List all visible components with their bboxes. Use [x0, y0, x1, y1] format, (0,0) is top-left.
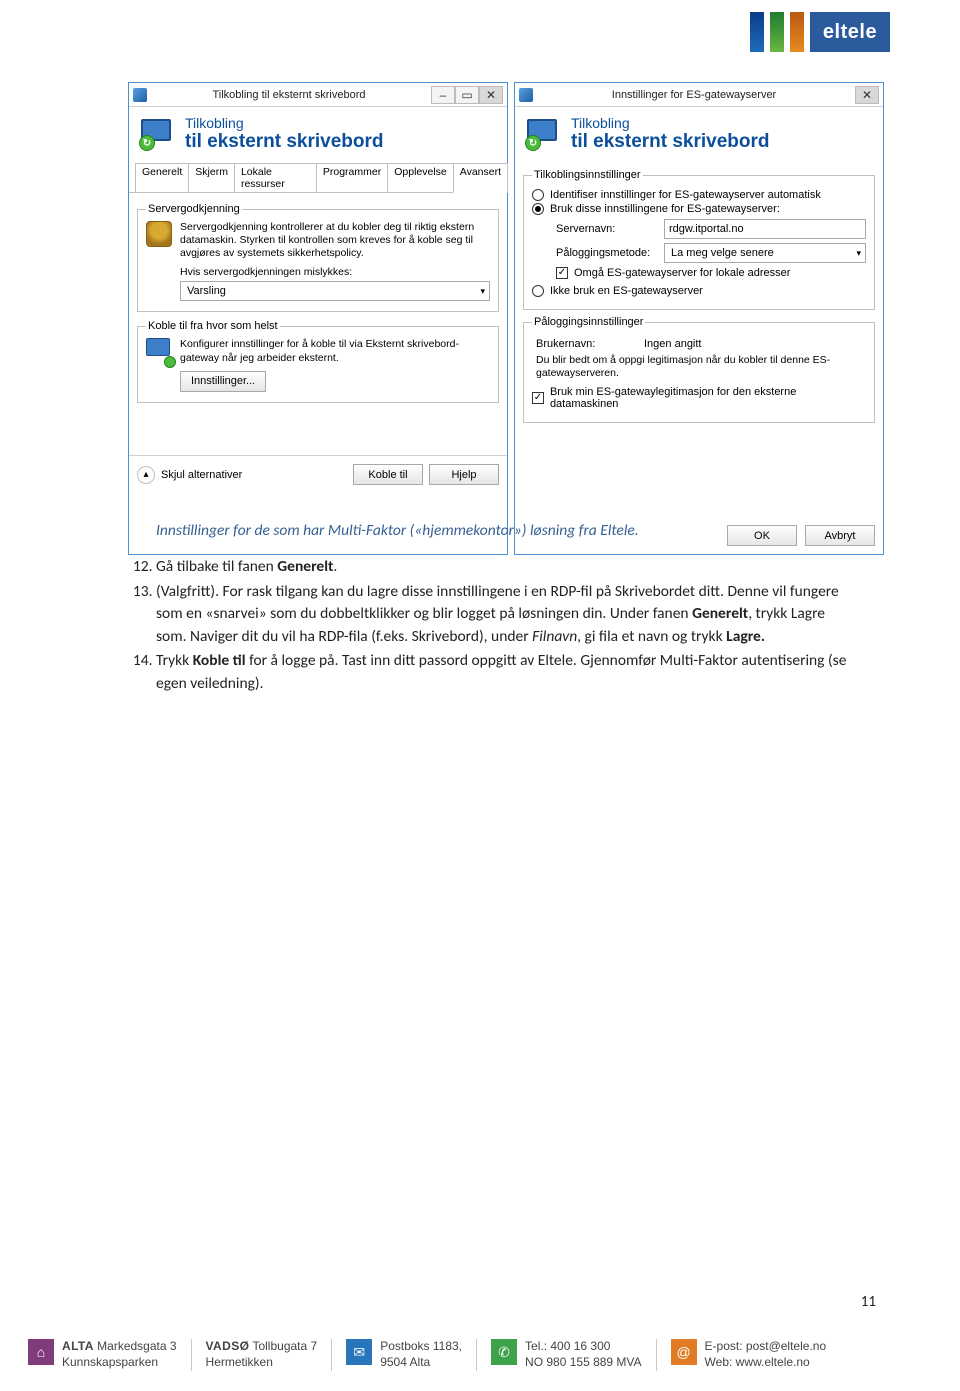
- footer-post: ✉ Postboks 1183, 9504 Alta: [346, 1339, 462, 1370]
- server-name-input[interactable]: [664, 219, 866, 239]
- radio-use-these[interactable]: [532, 203, 544, 215]
- eltele-logo: eltele: [810, 12, 890, 52]
- tab-skjerm[interactable]: Skjerm: [188, 163, 235, 192]
- window-title: Tilkobling til eksternt skrivebord: [153, 89, 425, 101]
- lock-icon: [146, 221, 172, 247]
- footer-phone: ✆ Tel.: 400 16 300 NO 980 155 889 MVA: [491, 1339, 642, 1370]
- connection-settings-group: Tilkoblingsinnstillinger Identifiser inn…: [523, 169, 875, 310]
- gateway-desc: Konfigurer innstillinger for å koble til…: [180, 338, 490, 364]
- group-legend: Påloggingsinnstillinger: [532, 316, 645, 328]
- radio-auto-label: Identifiser innstillinger for ES-gateway…: [550, 189, 821, 201]
- figure-caption: Innstillinger for de som har Multi-Fakto…: [156, 520, 848, 542]
- select-value: La meg velge senere: [671, 247, 774, 259]
- tab-strip: Generelt Skjerm Lokale ressurser Program…: [129, 163, 507, 193]
- cred-note: Du blir bedt om å oppgi legitimasjon når…: [536, 354, 862, 380]
- titlebar: Tilkobling til eksternt skrivebord – ▭ ✕: [129, 83, 507, 107]
- settings-button[interactable]: Innstillinger...: [180, 371, 266, 392]
- stripe-green-icon: [770, 12, 784, 52]
- server-auth-desc: Servergodkjenning kontrollerer at du kob…: [180, 221, 490, 260]
- envelope-icon: ✉: [346, 1339, 372, 1365]
- rdp-connection-window: Tilkobling til eksternt skrivebord – ▭ ✕…: [128, 82, 508, 555]
- use-gateway-cred-label: Bruk min ES-gatewaylegitimasjon for den …: [550, 386, 866, 410]
- header-logo: eltele: [750, 12, 890, 52]
- maximize-button[interactable]: ▭: [455, 86, 479, 104]
- chevron-down-icon: ▾: [480, 286, 485, 297]
- tab-programmer[interactable]: Programmer: [316, 163, 388, 192]
- page-footer: ⌂ ALTA Markedsgata 3 Kunnskapsparken VAD…: [28, 1339, 900, 1371]
- app-icon: [133, 88, 147, 102]
- server-name-label: Servernavn:: [556, 223, 656, 235]
- footer-email: @ E-post: post@eltele.no Web: www.eltele…: [671, 1339, 827, 1370]
- login-method-label: Påloggingsmetode:: [556, 247, 656, 259]
- tab-generelt[interactable]: Generelt: [135, 163, 189, 192]
- login-method-select[interactable]: La meg velge senere ▾: [664, 243, 866, 263]
- step-12: Gå tilbake til fanen Generelt.: [156, 556, 848, 578]
- home-icon: ⌂: [28, 1339, 54, 1365]
- banner-line1: Tilkobling: [571, 115, 770, 131]
- rdp-icon: ↻: [141, 119, 175, 149]
- close-button[interactable]: ✕: [479, 86, 503, 104]
- rdp-icon: ↻: [527, 119, 561, 149]
- username-value: Ingen angitt: [644, 338, 702, 350]
- minimize-button[interactable]: –: [431, 86, 455, 104]
- group-legend: Servergodkjenning: [146, 203, 242, 215]
- username-label: Brukernavn:: [536, 338, 636, 350]
- tab-lokale[interactable]: Lokale ressurser: [234, 163, 317, 192]
- banner-line2: til eksternt skrivebord: [185, 131, 384, 153]
- close-button[interactable]: ✕: [855, 86, 879, 104]
- footer-vadso: VADSØ Tollbugata 7 Hermetikken: [206, 1339, 318, 1370]
- app-icon: [519, 88, 533, 102]
- hide-options-link[interactable]: Skjul alternativer: [161, 469, 242, 481]
- radio-use-label: Bruk disse innstillingene for ES-gateway…: [550, 203, 780, 215]
- gateway-icon: [146, 338, 172, 364]
- group-legend: Tilkoblingsinnstillinger: [532, 169, 643, 181]
- step-14: Trykk Koble til for å logge på. Tast inn…: [156, 650, 848, 695]
- chevron-up-icon[interactable]: ▴: [137, 466, 155, 484]
- use-gateway-cred-checkbox[interactable]: ✓: [532, 392, 544, 404]
- page-number: 11: [861, 1293, 876, 1311]
- server-auth-group: Servergodkjenning Servergodkjenning kont…: [137, 203, 499, 312]
- tab-opplevelse[interactable]: Opplevelse: [387, 163, 454, 192]
- connect-anywhere-group: Koble til fra hvor som helst Konfigurer …: [137, 320, 499, 402]
- radio-no-gateway[interactable]: [532, 285, 544, 297]
- phone-icon: ✆: [491, 1339, 517, 1365]
- gateway-settings-window: Innstillinger for ES-gatewayserver ✕ ↻ T…: [514, 82, 884, 555]
- step-13: (Valgfritt). For rask tilgang kan du lag…: [156, 581, 848, 648]
- stripe-blue-icon: [750, 12, 764, 52]
- group-legend: Koble til fra hvor som helst: [146, 320, 280, 332]
- screenshot-figure: Tilkobling til eksternt skrivebord – ▭ ✕…: [128, 82, 890, 555]
- bypass-checkbox[interactable]: ✓: [556, 267, 568, 279]
- auth-fail-label: Hvis servergodkjenningen mislykkes:: [180, 266, 490, 278]
- chevron-down-icon: ▾: [856, 248, 861, 259]
- select-value: Varsling: [187, 285, 226, 297]
- at-icon: @: [671, 1339, 697, 1365]
- radio-no-gateway-label: Ikke bruk en ES-gatewayserver: [550, 285, 703, 297]
- connect-button[interactable]: Koble til: [353, 464, 423, 485]
- tab-avansert[interactable]: Avansert: [453, 163, 508, 193]
- banner-line2: til eksternt skrivebord: [571, 131, 770, 153]
- instruction-text: Innstillinger for de som har Multi-Fakto…: [122, 520, 848, 697]
- login-settings-group: Påloggingsinnstillinger Brukernavn: Inge…: [523, 316, 875, 423]
- stripe-orange-icon: [790, 12, 804, 52]
- banner-line1: Tilkobling: [185, 115, 384, 131]
- radio-auto[interactable]: [532, 189, 544, 201]
- footer-alta: ⌂ ALTA Markedsgata 3 Kunnskapsparken: [28, 1339, 177, 1370]
- bypass-label: Omgå ES-gatewayserver for lokale adresse…: [574, 267, 790, 279]
- help-button[interactable]: Hjelp: [429, 464, 499, 485]
- auth-fail-select[interactable]: Varsling ▾: [180, 281, 490, 301]
- window-title: Innstillinger for ES-gatewayserver: [539, 89, 849, 101]
- titlebar: Innstillinger for ES-gatewayserver ✕: [515, 83, 883, 107]
